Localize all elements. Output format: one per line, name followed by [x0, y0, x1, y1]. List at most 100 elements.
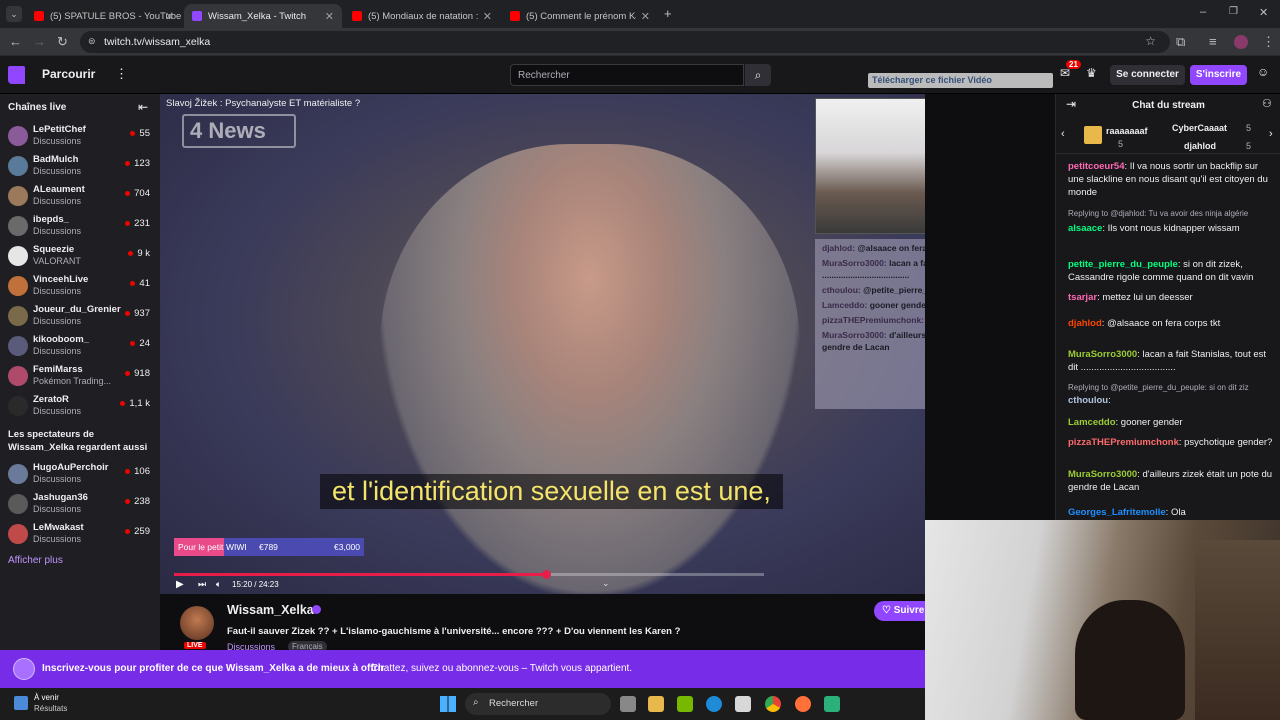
site-info-icon[interactable]: ⊜	[88, 36, 96, 47]
chat-message[interactable]: MuraSorro3000: lacan a fait Stanislas, t…	[1068, 348, 1273, 374]
sidebar-channel[interactable]: ZeratoR Discussions 1,1 k	[0, 391, 160, 421]
search-icon[interactable]: ⌕	[745, 64, 771, 86]
close-window-icon[interactable]: ✕	[1259, 6, 1268, 19]
sidebar-channel[interactable]: Jashugan36 Discussions 238	[0, 489, 160, 519]
edge-icon[interactable]	[706, 696, 722, 712]
volume-icon[interactable]: 🔈︎	[216, 579, 221, 590]
sidebar-channel[interactable]: Joueur_du_Grenier Discussions 937	[0, 301, 160, 331]
tab-search-icon[interactable]: ⌄	[6, 6, 22, 22]
chat-message[interactable]: petite_pierre_du_peuple: si on dit zizek…	[1068, 258, 1273, 284]
sidebar-channel[interactable]: kikooboom_ Discussions 24	[0, 331, 160, 361]
sidebar-channel[interactable]: Squeezie VALORANT 9 k	[0, 241, 160, 271]
extensions-icon[interactable]: ⧉	[1176, 34, 1185, 50]
chat-message[interactable]: cthoulou:	[1068, 394, 1273, 407]
minimize-icon[interactable]: –	[1200, 6, 1206, 18]
store-icon[interactable]	[735, 696, 751, 712]
chat-username[interactable]: MuraSorro3000	[1068, 349, 1137, 360]
streamer-avatar[interactable]	[180, 606, 214, 640]
users-icon[interactable]: ⚇	[1262, 98, 1272, 111]
video-player[interactable]: Slavoj Žižek : Psychanalyste ET matérial…	[160, 94, 925, 594]
twitch-top-nav: Parcourir ⋮ Rechercher ⌕ Télécharger ce …	[0, 56, 1280, 94]
chat-username[interactable]: petitcoeur54	[1068, 161, 1125, 172]
seek-bar[interactable]	[174, 570, 764, 579]
close-icon[interactable]: ✕	[325, 10, 334, 23]
weather-icon[interactable]	[14, 696, 28, 710]
signup-button[interactable]: S'inscrire	[1190, 65, 1247, 85]
sidebar-channel[interactable]: LePetitChef Discussions 55	[0, 121, 160, 151]
chrome-icon[interactable]	[765, 696, 781, 712]
show-more-link[interactable]: Afficher plus	[8, 555, 63, 566]
restore-icon[interactable]: ❐	[1229, 6, 1238, 17]
chat-message[interactable]: pizzaTHEPremiumchonk: psychotique gender…	[1068, 436, 1273, 449]
channel-name: FemiMarss	[33, 364, 83, 375]
sidebar-channel[interactable]: VinceehLive Discussions 41	[0, 271, 160, 301]
chevron-left-icon[interactable]: ‹	[1061, 128, 1065, 141]
chat-username[interactable]: Lamceddo	[1068, 417, 1116, 428]
chat-message[interactable]: Lamceddo: gooner gender	[1068, 416, 1273, 429]
taskbar-search[interactable]: ⌕ Rechercher	[465, 693, 611, 715]
app-icon[interactable]	[824, 696, 840, 712]
download-video-button[interactable]: Télécharger ce fichier Vidéo	[868, 73, 1053, 88]
search-input[interactable]: Rechercher	[510, 64, 744, 86]
task-view-icon[interactable]	[620, 696, 636, 712]
tab-twitch[interactable]: Wissam_Xelka - Twitch ✕	[184, 4, 342, 28]
browse-link[interactable]: Parcourir	[42, 67, 95, 81]
profile-icon[interactable]	[1234, 35, 1248, 49]
nvidia-icon[interactable]	[677, 696, 693, 712]
chat-username[interactable]: alsaace	[1068, 223, 1102, 234]
chat-username[interactable]: tsarjar	[1068, 292, 1097, 303]
chat-username[interactable]: Georges_Lafritemolle	[1068, 507, 1166, 518]
close-icon[interactable]: ✕	[165, 10, 174, 23]
chat-message[interactable]: Georges_Lafritemolle: Ola	[1068, 506, 1273, 519]
twitch-logo-icon[interactable]	[8, 66, 25, 84]
chat-message[interactable]: MuraSorro3000: d'ailleurs zizek était un…	[1068, 468, 1273, 494]
signup-banner[interactable]: Inscrivez-vous pour profiter de ce que W…	[0, 650, 925, 688]
taskbar-search-label: Rechercher	[489, 698, 539, 709]
menu-kebab-icon[interactable]: ⋮	[1262, 34, 1275, 50]
chat-message[interactable]: petitcoeur54: Il va nous sortir un backf…	[1068, 160, 1273, 199]
tab-youtube-natation[interactable]: (5) Mondiaux de natation : Léo ✕	[344, 4, 500, 28]
back-icon[interactable]: ←	[9, 34, 22, 49]
file-explorer-icon[interactable]	[648, 696, 664, 712]
tab-youtube-spatule[interactable]: (5) SPATULE BROS - YouTube ✕	[26, 4, 182, 28]
close-icon[interactable]: ✕	[483, 10, 492, 23]
chat-username[interactable]: petite_pierre_du_peuple	[1068, 259, 1178, 270]
login-button[interactable]: Se connecter	[1110, 65, 1185, 85]
chat-message[interactable]: djahlod: @alsaace on fera corps tkt	[1068, 317, 1273, 330]
reload-icon[interactable]: ↻	[57, 34, 68, 50]
new-tab-icon[interactable]: +	[664, 6, 672, 21]
start-icon[interactable]	[440, 696, 456, 712]
more-options-icon[interactable]: ⋮	[115, 66, 128, 82]
url-field[interactable]: ⊜ twitch.tv/wissam_xelka ☆	[80, 31, 1170, 53]
chat-username[interactable]: MuraSorro3000	[1068, 469, 1137, 480]
chat-message[interactable]: tsarjar: mettez lui un deesser	[1068, 291, 1273, 304]
media-icon[interactable]: ≡	[1209, 34, 1217, 49]
forward-icon[interactable]: →	[33, 34, 46, 49]
sidebar-channel[interactable]: LeMwakast Discussions 259	[0, 519, 160, 549]
seek-handle[interactable]	[541, 570, 551, 579]
next-icon[interactable]: ⏭	[198, 579, 206, 590]
collapse-sidebar-icon[interactable]: ⇤	[138, 100, 148, 114]
play-icon[interactable]: ▶	[176, 579, 184, 590]
chat-username[interactable]: djahlod	[1068, 318, 1102, 329]
sidebar-channel[interactable]: ALeaument Discussions 704	[0, 181, 160, 211]
sidebar-channel[interactable]: HugoAuPerchoir Discussions 106	[0, 459, 160, 489]
avatar	[8, 494, 28, 514]
firefox-icon[interactable]	[795, 696, 811, 712]
chat-message[interactable]: alsaace: Ils vont nous kidnapper wissam	[1068, 222, 1273, 235]
sidebar-channel[interactable]: BadMulch Discussions 123	[0, 151, 160, 181]
user-icon[interactable]: ☺	[1257, 65, 1269, 79]
channel-name[interactable]: Wissam_Xelka	[227, 603, 314, 617]
avatar	[8, 524, 28, 544]
sidebar-channel[interactable]: FemiMarss Pokémon Trading... 918	[0, 361, 160, 391]
bookmark-star-icon[interactable]: ☆	[1145, 34, 1156, 48]
news-logo-text: 4 News	[190, 118, 266, 143]
close-icon[interactable]: ✕	[641, 10, 650, 23]
prime-crown-icon[interactable]: ♛	[1086, 66, 1097, 80]
chat-username[interactable]: cthoulou	[1068, 395, 1108, 406]
tab-youtube-karen[interactable]: (5) Comment le prénom Karen ✕	[502, 4, 658, 28]
chat-username[interactable]: pizzaTHEPremiumchonk	[1068, 437, 1179, 448]
sidebar-channel[interactable]: ibepds_ Discussions 231	[0, 211, 160, 241]
chevron-right-icon[interactable]: ›	[1269, 128, 1273, 141]
chevron-down-icon[interactable]: ⌄	[602, 578, 610, 589]
